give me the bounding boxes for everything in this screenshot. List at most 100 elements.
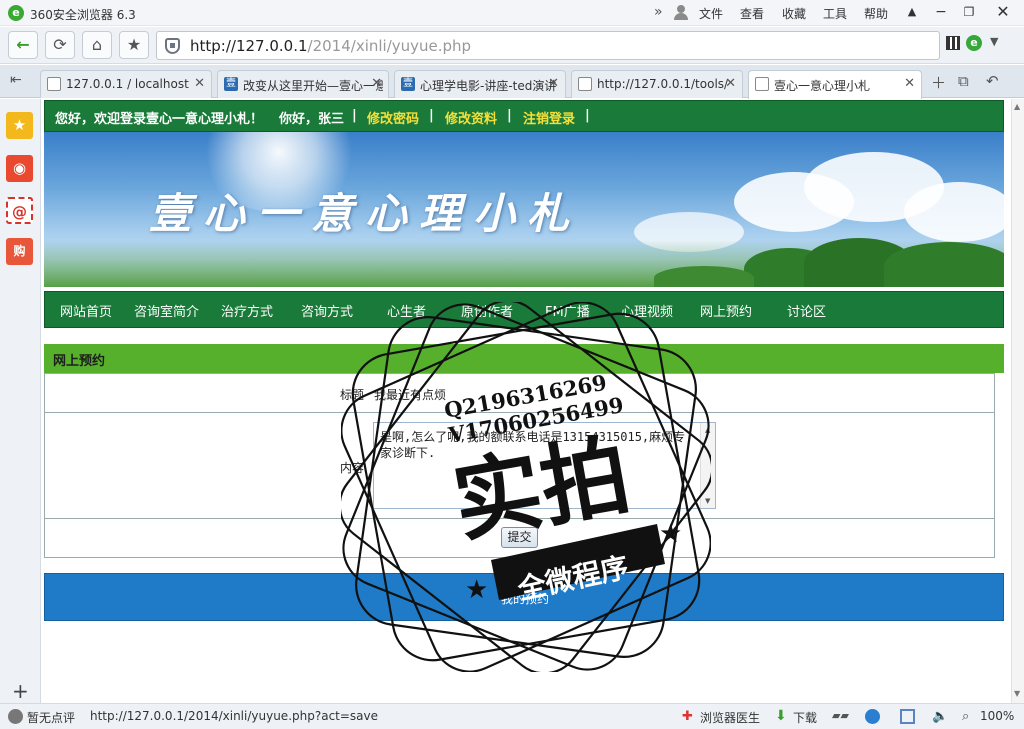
undo-close-icon[interactable]: ↶ (986, 72, 999, 90)
zoom-level[interactable]: 100% (980, 709, 1014, 723)
site-banner-title: 壹心一意心理小札 (149, 189, 582, 238)
rating-icon (8, 709, 23, 724)
app-title: 360安全浏览器 6.3 (30, 8, 136, 22)
user-bar: 您好，欢迎登录壹心一意心理小札！ 你好，张三 | 修改密码 | 修改资料 | 注… (44, 100, 1004, 132)
web-page: 您好，欢迎登录壹心一意心理小札！ 你好，张三 | 修改密码 | 修改资料 | 注… (41, 99, 1011, 703)
content-text: 是啊,怎么了呢,我的额联系电话是13154315015,麻烦专家诊断下. (380, 430, 686, 460)
booking-section-header: 网上预约 (44, 344, 1004, 373)
separator: | (585, 108, 590, 123)
tab-tools[interactable]: http://127.0.0.1/tools/ ✕ (571, 70, 743, 98)
speed-icon[interactable]: ▰▰ (832, 709, 849, 724)
nav-fm[interactable]: FM广播 (545, 301, 590, 320)
left-sidebar: ★ ◉ @ 购 + (0, 99, 41, 703)
favorite-star-button[interactable]: ★ (119, 31, 149, 59)
tab-change[interactable]: 壹 改变从这里开始—壹心一意 ✕ (217, 70, 389, 98)
menu-help[interactable]: 帮助 (864, 5, 888, 22)
title-bar: e 360安全浏览器 6.3 » 文件 查看 收藏 工具 帮助 ▲ − ❐ ✕ (0, 0, 1024, 26)
page-scrollbar[interactable]: ▲ ▼ (1011, 99, 1024, 703)
menu-tools[interactable]: 工具 (823, 5, 847, 22)
content-textarea[interactable]: 是啊,怎么了呢,我的额联系电话是13154315015,麻烦专家诊断下. ▲ ▼ (373, 422, 716, 509)
browser-logo-icon: e (8, 5, 24, 21)
tab-xinli-active[interactable]: 壹心一意心理小札 ✕ (748, 70, 922, 99)
nav-booking[interactable]: 网上预约 (700, 301, 752, 320)
shopping-icon[interactable]: 购 (6, 238, 33, 265)
scroll-down-icon[interactable]: ▼ (705, 497, 710, 505)
close-icon[interactable]: ✕ (904, 76, 915, 91)
close-icon[interactable]: ✕ (194, 76, 205, 91)
close-icon[interactable]: ✕ (548, 76, 559, 91)
tab-label: 壹心一意心理小札 (774, 79, 871, 93)
change-password-link[interactable]: 修改密码 (367, 108, 419, 127)
url-text[interactable]: http://127.0.0.1/2014/xinli/yuyue.php (190, 37, 471, 55)
qr-code-icon[interactable] (946, 36, 960, 50)
edit-profile-link[interactable]: 修改资料 (445, 108, 497, 127)
nav-therapy[interactable]: 治疗方式 (221, 301, 273, 320)
tab-label: 改变从这里开始—壹心一意 (243, 79, 383, 93)
menu-favorites[interactable]: 收藏 (782, 5, 806, 22)
back-button[interactable]: ← (8, 31, 38, 59)
close-icon[interactable]: ✕ (725, 76, 736, 91)
download-link[interactable]: 下载 (793, 709, 817, 726)
tab-list-icon[interactable]: ⧉ (958, 72, 969, 90)
nav-intro[interactable]: 咨询室简介 (134, 301, 199, 320)
chevron-down-icon[interactable]: ▼ (990, 35, 998, 48)
document-icon (578, 77, 592, 91)
logout-link[interactable]: 注销登录 (523, 108, 575, 127)
nav-forum[interactable]: 讨论区 (787, 301, 826, 320)
nav-home[interactable]: 网站首页 (60, 301, 112, 320)
content-label: 内容 (340, 461, 365, 475)
tab-label: 心理学电影-讲座-ted演讲 (420, 79, 557, 93)
tab-psych-movies[interactable]: 壹 心理学电影-讲座-ted演讲 ✕ (394, 70, 566, 98)
tab-localhost[interactable]: 127.0.0.1 / localhost ✕ (40, 70, 212, 98)
content-row: 内容 是啊,怎么了呢,我的额联系电话是13154315015,麻烦专家诊断下. … (45, 413, 994, 519)
add-icon[interactable]: + (12, 679, 29, 703)
restore-button[interactable]: ❐ (956, 0, 982, 24)
nav-authors[interactable]: 原创作者 (461, 301, 513, 320)
volume-icon[interactable]: 🔈 (932, 709, 948, 724)
title-input[interactable]: 我最近有点烦 (374, 386, 446, 403)
favorites-star-icon[interactable]: ★ (6, 112, 33, 139)
mail-icon[interactable]: @ (6, 197, 33, 224)
tab-label: 127.0.0.1 / localhost (66, 77, 189, 91)
status-bar: 暂无点评 http://127.0.0.1/2014/xinli/yuyue.p… (0, 703, 1024, 729)
ie-icon[interactable] (865, 709, 880, 724)
my-bookings-label[interactable]: 我的预约 (45, 590, 1005, 607)
scroll-up-icon[interactable]: ▲ (1014, 102, 1020, 111)
browser-doctor[interactable]: 浏览器医生 (700, 709, 760, 726)
sidebar-toggle-icon[interactable]: ⇤ (10, 72, 22, 88)
my-bookings-bar[interactable]: 我的预约 (44, 573, 1004, 621)
nav-video[interactable]: 心理视频 (621, 301, 673, 320)
zoom-icon[interactable]: ⌕ (962, 709, 977, 724)
browser-engine-icon[interactable]: e (966, 35, 982, 51)
scroll-up-icon[interactable]: ▲ (705, 426, 710, 434)
title-row: 标题 我最近有点烦 (45, 374, 994, 413)
close-icon[interactable]: ✕ (371, 76, 382, 91)
skin-icon[interactable]: ▲ (899, 0, 925, 24)
doctor-icon: ✚ (682, 709, 693, 724)
tree (884, 242, 1004, 290)
nav-consult[interactable]: 咨询方式 (301, 301, 353, 320)
tab-label: http://127.0.0.1/tools/ (597, 77, 729, 91)
welcome-text: 您好，欢迎登录壹心一意心理小札！ (55, 112, 264, 127)
separator: | (429, 108, 434, 123)
textarea-scrollbar[interactable]: ▲ ▼ (700, 423, 715, 508)
address-bar[interactable]: http://127.0.0.1/2014/xinli/yuyue.php (156, 31, 940, 60)
menu-view[interactable]: 查看 (740, 5, 764, 22)
user-icon[interactable] (674, 5, 688, 20)
refresh-button[interactable]: ⟳ (45, 31, 75, 59)
menu-file[interactable]: 文件 (699, 5, 723, 22)
title-label: 标题 (340, 388, 365, 402)
window-icon[interactable] (900, 709, 915, 724)
home-button[interactable]: ⌂ (82, 31, 112, 59)
weibo-icon[interactable]: ◉ (6, 155, 33, 182)
minimize-button[interactable]: − (928, 0, 954, 24)
nav-xinshengzhe[interactable]: 心生者 (387, 301, 426, 320)
separator: | (352, 108, 357, 123)
close-button[interactable]: ✕ (990, 0, 1016, 24)
scroll-down-icon[interactable]: ▼ (1014, 689, 1020, 698)
rating-text[interactable]: 暂无点评 (27, 709, 75, 726)
new-tab-icon[interactable]: ＋ (931, 72, 946, 93)
document-icon (47, 77, 61, 91)
double-chevron-icon[interactable]: » (654, 4, 663, 20)
submit-button[interactable]: 提交 (501, 527, 538, 548)
